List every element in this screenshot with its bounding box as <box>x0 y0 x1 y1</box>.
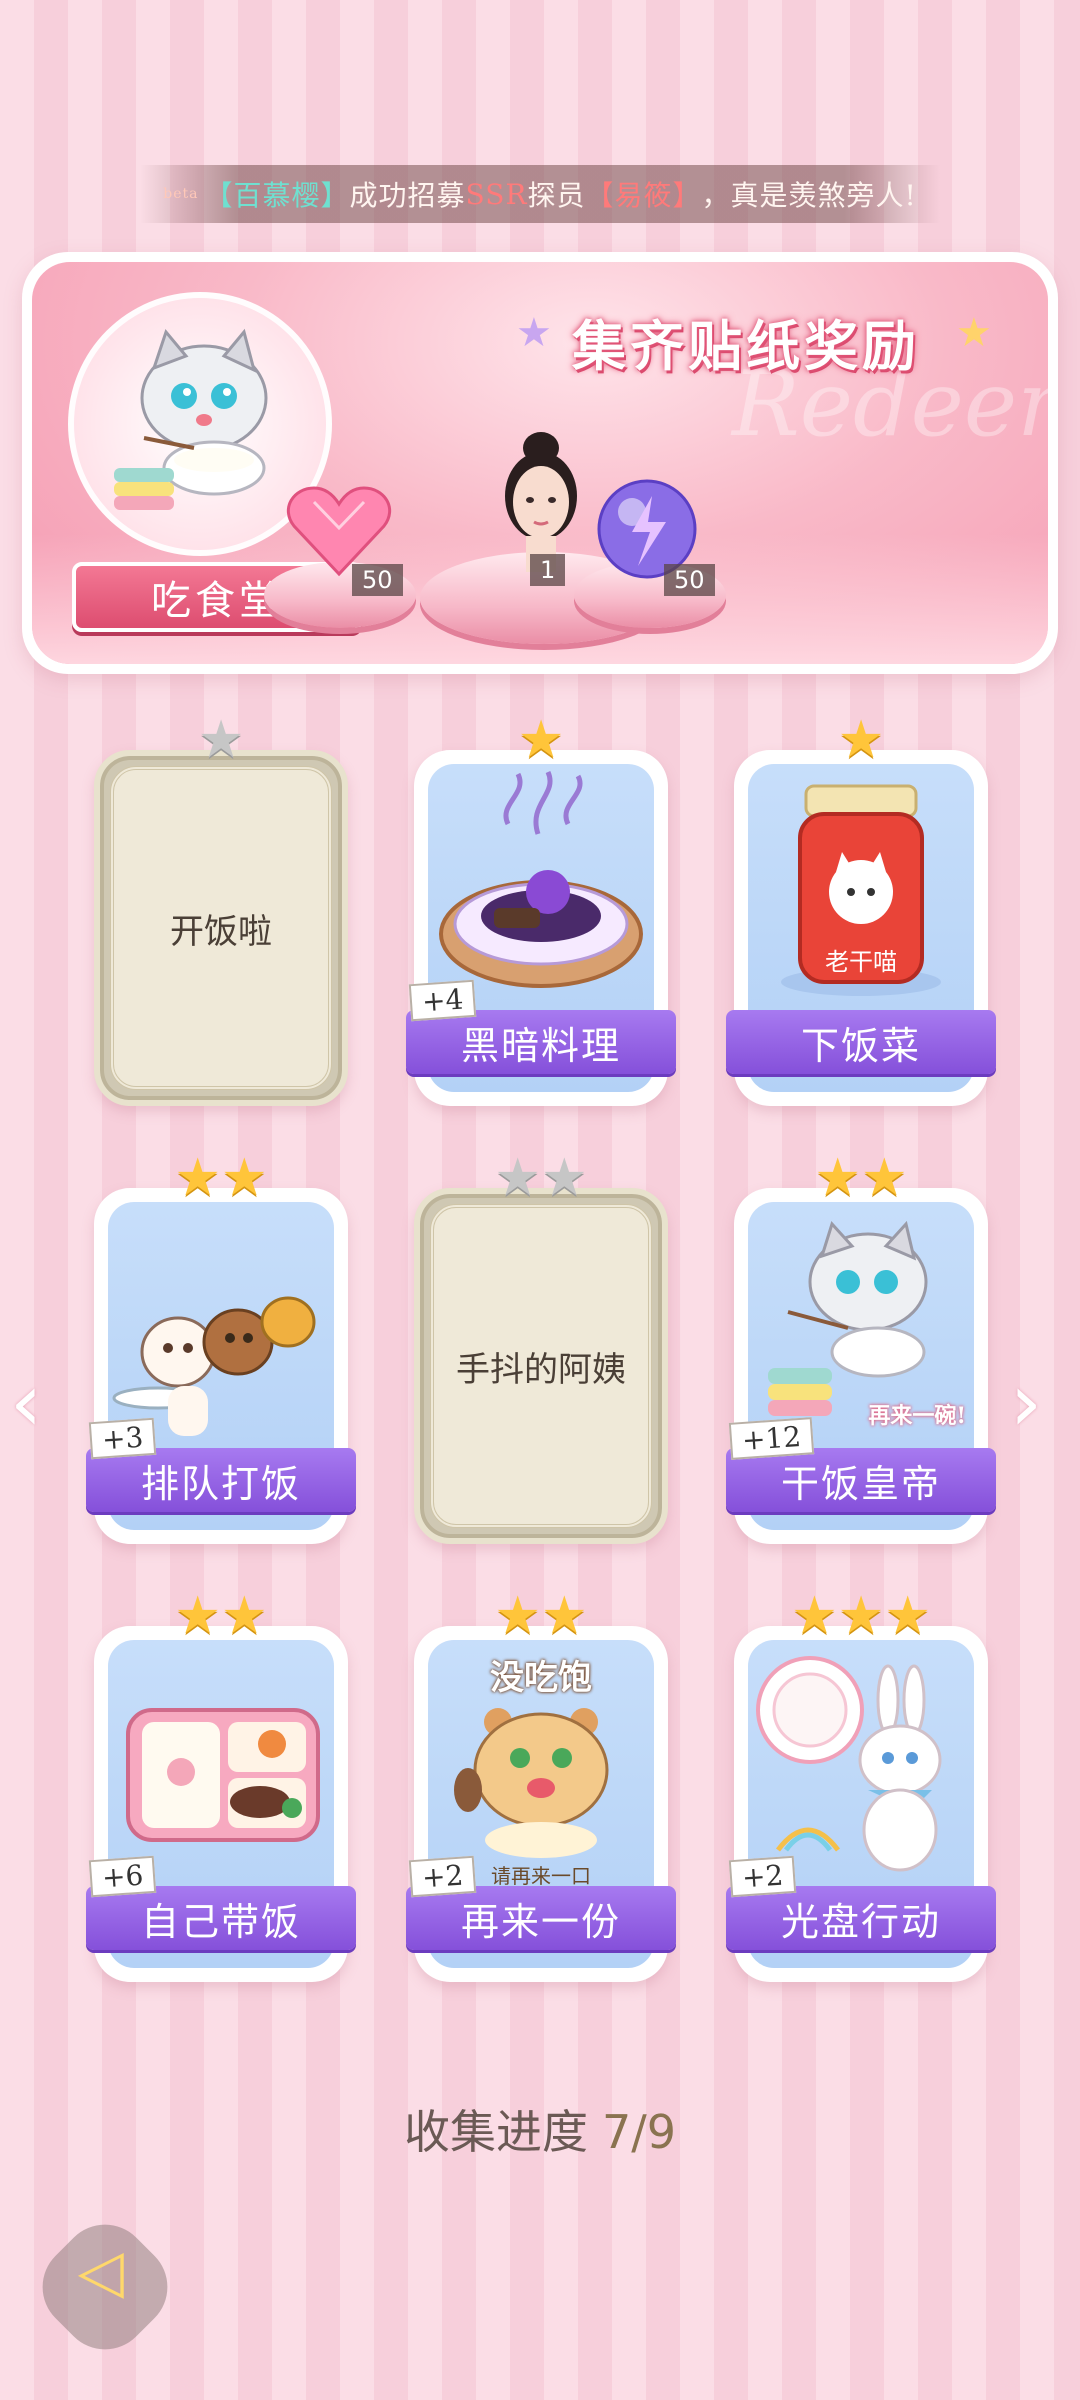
notice-name-2: 【易筱】 <box>585 179 702 212</box>
star-rating: ★ <box>734 714 988 766</box>
star-rating: ★ ★ <box>414 1152 668 1204</box>
card-name: 下饭菜 <box>800 1023 921 1068</box>
sticker-card[interactable]: 黑暗料理 +4 ★ <box>406 714 676 1106</box>
notice-suffix: ，真是羡煞旁人! <box>701 179 917 212</box>
card-name-bar: 黑暗料理 <box>406 1010 676 1074</box>
star-icon: ★ <box>174 1148 221 1208</box>
star-icon: ★ <box>494 1148 541 1208</box>
reward-count: 50 <box>352 564 403 596</box>
star-icon: ★ <box>494 1586 541 1646</box>
star-icon: ★ <box>197 710 245 770</box>
sticker-reward-banner: Redeem ★ 集齐贴纸奖励 ★ 吃食堂 <box>22 252 1058 674</box>
duplicate-count: +6 <box>88 1855 157 1898</box>
bubble-text: 再来一碗! <box>868 1403 966 1429</box>
star-icon: ★ <box>884 1586 931 1646</box>
banner-title: 集齐贴纸奖励 <box>572 314 920 378</box>
character-portrait[interactable] <box>486 422 596 576</box>
card-name-bar: 光盘行动 <box>726 1886 996 1950</box>
sticker-card[interactable]: 再来一碗! 干饭皇帝 +12 ★ ★ <box>726 1152 996 1544</box>
duplicate-count: +3 <box>88 1417 157 1460</box>
locked-card-label: 开饭啦 <box>110 766 332 1090</box>
sticker-card[interactable]: 光盘行动 +2 ★ ★ ★ <box>726 1590 996 1982</box>
star-rating: ★ ★ <box>94 1152 348 1204</box>
progress-label: 收集进度 <box>403 2105 588 2159</box>
duplicate-count: +4 <box>408 979 477 1022</box>
star-rating: ★ ★ <box>94 1590 348 1642</box>
card-name-bar: 下饭菜 <box>726 1010 996 1074</box>
card-name: 再来一份 <box>460 1899 621 1944</box>
card-name-bar: 干饭皇帝 <box>726 1448 996 1512</box>
collection-progress: 收集进度 7/9 <box>0 2096 1080 2162</box>
star-icon: ★ <box>517 710 565 770</box>
card-name-bar: 再来一份 <box>406 1886 676 1950</box>
sticker-card[interactable]: 排队打饭 +3 ★ ★ <box>86 1152 356 1544</box>
star-rating: ★ ★ <box>414 1590 668 1642</box>
card-name-bar: 排队打饭 <box>86 1448 356 1512</box>
recruit-notice: beta 【百慕樱】 成功招募 SSR 探员 【易筱】 ，真是羡煞旁人! <box>140 165 940 223</box>
sticker-card[interactable]: 手抖的阿姨 ★ ★ <box>414 1152 668 1544</box>
next-page-arrow[interactable]: › <box>1010 1356 1042 1449</box>
prev-page-arrow[interactable]: ‹ <box>10 1356 42 1449</box>
star-icon: ★ <box>837 710 885 770</box>
card-name: 光盘行动 <box>780 1899 941 1944</box>
star-icon: ★ <box>861 1148 908 1208</box>
star-rating: ★ <box>94 714 348 766</box>
card-name-bar: 自己带饭 <box>86 1886 356 1950</box>
star-rating: ★ <box>414 714 668 766</box>
star-icon: ★ <box>837 1586 885 1646</box>
duplicate-count: +2 <box>408 1855 477 1898</box>
card-name: 自己带饭 <box>140 1899 301 1944</box>
star-rating: ★ ★ ★ <box>734 1590 988 1642</box>
star-icon: ★ <box>174 1586 221 1646</box>
duplicate-count: +2 <box>728 1855 797 1898</box>
back-button[interactable]: ◁ <box>24 2206 186 2368</box>
sticker-card[interactable]: 老干喵 下饭菜 ★ <box>726 714 996 1106</box>
star-icon: ★ <box>221 1586 268 1646</box>
back-arrow-icon: ◁ <box>77 2236 124 2307</box>
star-icon: ★ <box>814 1148 861 1208</box>
sticker-card[interactable]: 开饭啦 ★ <box>94 714 348 1106</box>
sticker-card[interactable]: 自己带饭 +6 ★ ★ <box>86 1590 356 1982</box>
star-rating: ★ ★ <box>734 1152 988 1204</box>
star-icon: ★ <box>541 1148 588 1208</box>
star-icon: ★ <box>221 1148 268 1208</box>
card-name: 黑暗料理 <box>460 1023 621 1068</box>
notice-text-2: 探员 <box>527 179 586 212</box>
star-icon: ★ <box>541 1586 588 1646</box>
hungry-text: 没吃饱 <box>490 1658 592 1698</box>
star-decoration-icon: ★ <box>956 310 992 356</box>
card-name: 干饭皇帝 <box>780 1461 941 1506</box>
sticker-card[interactable]: 没吃饱 请再来一口 再来一份 +2 ★ ★ <box>406 1590 676 1982</box>
notice-text-1: 成功招募 <box>349 179 466 212</box>
locked-card-label: 手抖的阿姨 <box>430 1204 652 1528</box>
jar-label-text: 老干喵 <box>825 948 897 976</box>
reward-count: 50 <box>664 564 715 596</box>
notice-name-1: 【百慕樱】 <box>204 179 350 212</box>
reward-count: 1 <box>530 554 566 586</box>
card-name: 排队打饭 <box>140 1461 301 1506</box>
duplicate-count: +12 <box>728 1417 815 1460</box>
progress-value: 7/9 <box>601 2105 677 2159</box>
star-decoration-icon: ★ <box>516 310 552 356</box>
notice-rarity: SSR <box>465 177 528 211</box>
star-icon: ★ <box>791 1586 838 1646</box>
notice-prefix: beta <box>163 186 199 202</box>
